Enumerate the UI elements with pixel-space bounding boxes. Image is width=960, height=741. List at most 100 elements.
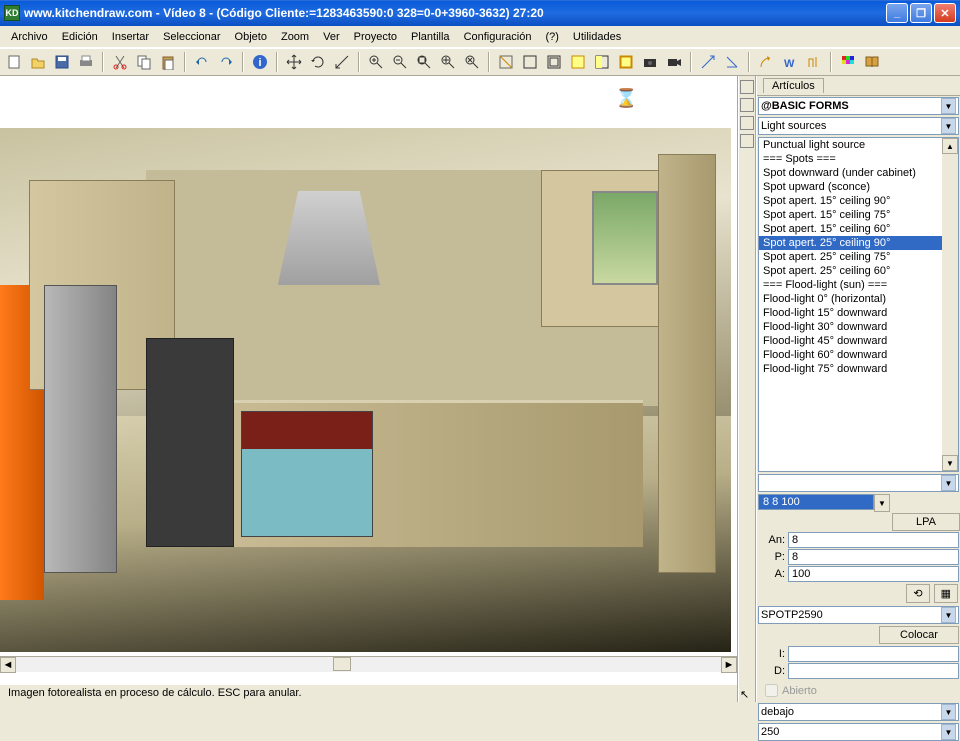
view5-icon[interactable] — [592, 52, 612, 72]
zoom-all-icon[interactable] — [438, 52, 458, 72]
tool5-icon[interactable] — [804, 52, 824, 72]
menu-objeto[interactable]: Objeto — [228, 29, 274, 45]
list-item[interactable]: Spot apert. 25° ceiling 75° — [759, 250, 958, 264]
list-item[interactable]: Flood-light 15° downward — [759, 306, 958, 320]
menu-configuracion[interactable]: Configuración — [457, 29, 539, 45]
video-icon[interactable] — [664, 52, 684, 72]
vt-2-icon[interactable] — [740, 98, 754, 112]
info-icon[interactable]: i — [250, 52, 270, 72]
colocar-button[interactable]: Colocar — [879, 626, 959, 644]
scroll-up-icon[interactable]: ▲ — [942, 138, 958, 154]
tool3-icon[interactable] — [756, 52, 776, 72]
measure-icon[interactable] — [332, 52, 352, 72]
zoom-out-icon[interactable] — [390, 52, 410, 72]
view2-icon[interactable] — [520, 52, 540, 72]
menu-insertar[interactable]: Insertar — [105, 29, 156, 45]
scroll-right-icon[interactable]: ► — [721, 657, 737, 673]
dims-preview[interactable]: 8 8 100 — [758, 494, 874, 510]
cut-icon[interactable] — [110, 52, 130, 72]
list-item[interactable]: Spot apert. 15° ceiling 75° — [759, 208, 958, 222]
input-a[interactable]: 100 — [788, 566, 959, 582]
menu-help[interactable]: (?) — [538, 29, 565, 45]
list-scrollbar[interactable]: ▲ ▼ — [942, 138, 958, 471]
undo-icon[interactable] — [192, 52, 212, 72]
menu-proyecto[interactable]: Proyecto — [347, 29, 404, 45]
list-item[interactable]: === Spots === — [759, 152, 958, 166]
input-i[interactable] — [788, 646, 959, 662]
list-item[interactable]: Flood-light 30° downward — [759, 320, 958, 334]
sub-dropdown[interactable]: ▼ — [758, 474, 959, 492]
list-item[interactable]: Spot apert. 15° ceiling 90° — [759, 194, 958, 208]
scroll-down-icon[interactable]: ▼ — [942, 455, 958, 471]
book-icon[interactable] — [862, 52, 882, 72]
tool2-icon[interactable] — [722, 52, 742, 72]
list-item[interactable]: === Flood-light (sun) === — [759, 278, 958, 292]
category-dropdown[interactable]: Light sources▼ — [758, 117, 959, 135]
position-dropdown[interactable]: debajo▼ — [758, 703, 959, 721]
rotate-icon[interactable] — [308, 52, 328, 72]
palette-icon[interactable] — [838, 52, 858, 72]
item-list[interactable]: Punctual light source=== Spots ===Spot d… — [758, 137, 959, 472]
chevron-down-icon[interactable]: ▼ — [941, 98, 956, 114]
vt-1-icon[interactable] — [740, 80, 754, 94]
zoom-prev-icon[interactable] — [462, 52, 482, 72]
zoom-fit-icon[interactable] — [414, 52, 434, 72]
input-p[interactable]: 8 — [788, 549, 959, 565]
camera-icon[interactable] — [640, 52, 660, 72]
new-icon[interactable] — [4, 52, 24, 72]
view6-icon[interactable] — [616, 52, 636, 72]
menu-edicion[interactable]: Edición — [55, 29, 105, 45]
chevron-down-icon[interactable]: ▼ — [941, 475, 956, 491]
tab-articulos[interactable]: Artículos — [763, 78, 824, 93]
vt-3-icon[interactable] — [740, 116, 754, 130]
menu-utilidades[interactable]: Utilidades — [566, 29, 628, 45]
move-icon[interactable] — [284, 52, 304, 72]
list-item[interactable]: Spot upward (sconce) — [759, 180, 958, 194]
view4-icon[interactable] — [568, 52, 588, 72]
view3-icon[interactable] — [544, 52, 564, 72]
list-item[interactable]: Spot apert. 15° ceiling 60° — [759, 222, 958, 236]
zoom-in-icon[interactable] — [366, 52, 386, 72]
menu-seleccionar[interactable]: Seleccionar — [156, 29, 227, 45]
input-d[interactable] — [788, 663, 959, 679]
maximize-button[interactable]: ❐ — [910, 3, 932, 23]
list-item[interactable]: Flood-light 75° downward — [759, 362, 958, 376]
close-button[interactable]: ✕ — [934, 3, 956, 23]
paste-icon[interactable] — [158, 52, 178, 72]
code-dropdown[interactable]: SPOTP2590▼ — [758, 606, 959, 624]
horizontal-scrollbar[interactable]: ◄ ► — [0, 656, 737, 672]
3d-viewport[interactable]: ⌛ ◄ ► Imagen fotorealista en proceso de … — [0, 76, 738, 702]
chevron-down-icon[interactable]: ▼ — [941, 704, 956, 720]
menu-plantilla[interactable]: Plantilla — [404, 29, 457, 45]
tool1-icon[interactable] — [698, 52, 718, 72]
chevron-down-icon[interactable]: ▼ — [941, 118, 956, 134]
menu-ver[interactable]: Ver — [316, 29, 347, 45]
chevron-down-icon[interactable]: ▼ — [941, 607, 956, 623]
list-item[interactable]: Flood-light 60° downward — [759, 348, 958, 362]
vt-cursor-icon[interactable]: ↖ — [740, 688, 754, 702]
list-item[interactable]: Flood-light 0° (horizontal) — [759, 292, 958, 306]
chevron-down-icon[interactable]: ▼ — [874, 494, 890, 512]
input-an[interactable]: 8 — [788, 532, 959, 548]
chevron-down-icon[interactable]: ▼ — [941, 724, 956, 740]
open-icon[interactable] — [28, 52, 48, 72]
vt-4-icon[interactable] — [740, 134, 754, 148]
list-item[interactable]: Flood-light 45° downward — [759, 334, 958, 348]
copy-icon[interactable] — [134, 52, 154, 72]
refresh-button[interactable]: ⟲ — [906, 584, 929, 603]
scroll-thumb[interactable] — [333, 657, 351, 671]
redo-icon[interactable] — [216, 52, 236, 72]
menu-zoom[interactable]: Zoom — [274, 29, 316, 45]
catalog-dropdown[interactable]: @BASIC FORMS▼ — [758, 97, 959, 115]
scroll-left-icon[interactable]: ◄ — [0, 657, 16, 673]
list-item[interactable]: Punctual light source — [759, 138, 958, 152]
list-item[interactable]: Spot apert. 25° ceiling 60° — [759, 264, 958, 278]
apply-button[interactable]: ▦ — [934, 584, 958, 603]
list-item[interactable]: Spot apert. 25° ceiling 90° — [759, 236, 958, 250]
print-icon[interactable] — [76, 52, 96, 72]
list-item[interactable]: Spot downward (under cabinet) — [759, 166, 958, 180]
lpa-button[interactable]: LPA — [892, 513, 960, 531]
minimize-button[interactable]: _ — [886, 3, 908, 23]
number-dropdown[interactable]: 250▼ — [758, 723, 959, 741]
tool4-icon[interactable]: W — [780, 52, 800, 72]
